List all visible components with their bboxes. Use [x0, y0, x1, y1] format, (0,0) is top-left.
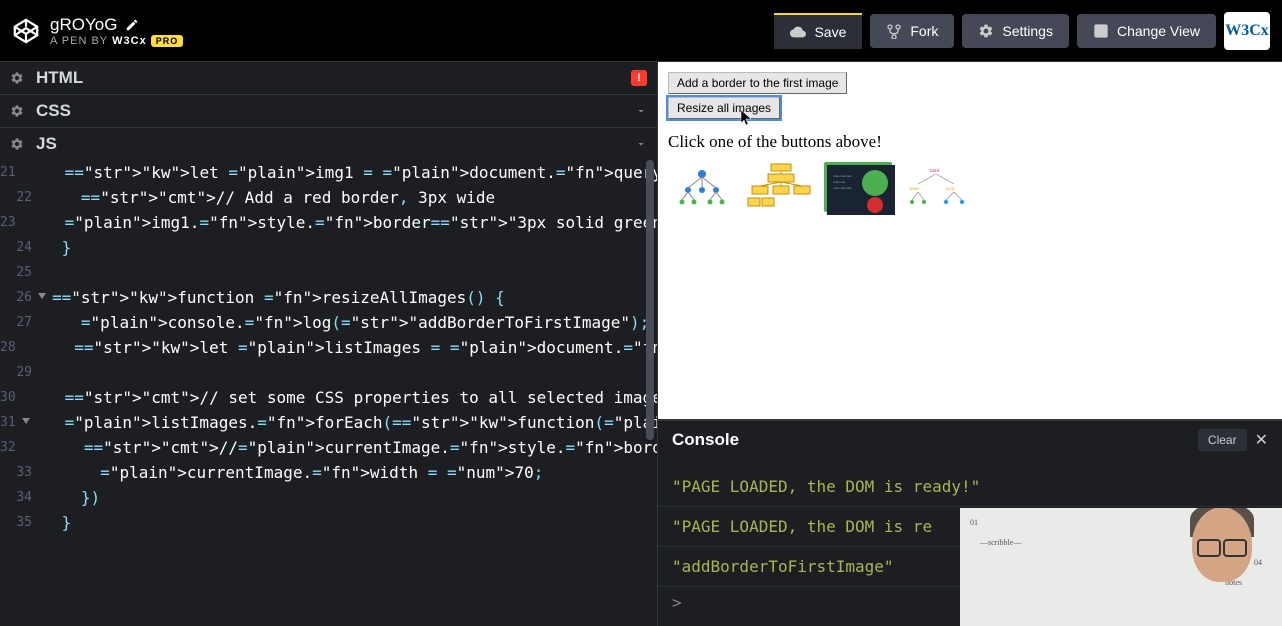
- svg-text:code code code: code code code: [833, 186, 852, 190]
- preview-image: code code code code code code code code: [824, 162, 892, 212]
- fork-icon: [886, 23, 902, 39]
- resize-all-button[interactable]: Resize all images: [668, 97, 780, 119]
- console-clear-button[interactable]: Clear: [1198, 429, 1247, 451]
- code-line[interactable]: 26=="str">"kw">function ="fn">resizeAllI…: [0, 285, 657, 310]
- code-line[interactable]: 29: [0, 360, 657, 385]
- console-line: "PAGE LOADED, the DOM is ready!": [658, 467, 1282, 507]
- settings-button[interactable]: Settings: [962, 14, 1069, 48]
- panel-title-html: HTML: [36, 68, 631, 88]
- code-line[interactable]: 27 ="plain">console.="fn">log(="str">"ad…: [0, 310, 657, 335]
- scrollbar-thumb[interactable]: [646, 160, 654, 440]
- edit-icon[interactable]: [125, 18, 139, 32]
- preview-image: [746, 162, 814, 212]
- svg-text:body: body: [946, 186, 956, 191]
- code-line[interactable]: 34 }): [0, 485, 657, 510]
- header-actions: Save Fork Settings Change View W3Cx: [774, 12, 1270, 50]
- html-panel-header[interactable]: HTML !: [0, 62, 657, 94]
- code-line[interactable]: 35 }: [0, 510, 657, 535]
- image-row: code code code code code code code code ht…: [668, 162, 1272, 212]
- error-badge[interactable]: !: [631, 70, 647, 86]
- panel-title-js: JS: [36, 134, 635, 154]
- code-line[interactable]: 25: [0, 260, 657, 285]
- editor-pane: HTML ! CSS JS 21 =="str">"kw">let ="plai…: [0, 62, 658, 626]
- svg-text:code code code: code code code: [833, 174, 852, 178]
- author-prefix: A PEN BY: [50, 35, 108, 47]
- logo-area: gROYoG A PEN BY W3Cx PRO: [12, 15, 183, 47]
- layout-icon: [1093, 23, 1109, 39]
- w3c-avatar[interactable]: W3Cx: [1224, 12, 1270, 50]
- svg-text:code code: code code: [833, 180, 846, 184]
- chevron-down-icon[interactable]: [635, 138, 647, 150]
- add-border-button[interactable]: Add a border to the first image: [668, 72, 847, 94]
- chevron-down-icon[interactable]: [635, 105, 647, 117]
- code-editor[interactable]: 21 =="str">"kw">let ="plain">img1 = ="pl…: [0, 160, 657, 626]
- close-icon[interactable]: ✕: [1255, 430, 1268, 450]
- change-view-button[interactable]: Change View: [1077, 14, 1216, 48]
- svg-text:head: head: [910, 186, 919, 191]
- save-button[interactable]: Save: [774, 13, 862, 49]
- preview-image: html head body: [902, 162, 970, 212]
- svg-text:html: html: [930, 169, 940, 174]
- code-line[interactable]: 32 =="str">"cmt">//="plain">currentImage…: [0, 435, 657, 460]
- preview-image: [668, 162, 736, 212]
- cloud-icon: [790, 24, 806, 40]
- code-line[interactable]: 30 =="str">"cmt">// set some CSS propert…: [0, 385, 657, 410]
- code-line[interactable]: 22 =="str">"cmt">// Add a red border, 3p…: [0, 185, 657, 210]
- header-bar: gROYoG A PEN BY W3Cx PRO Save Fork Setti…: [0, 0, 1282, 62]
- gear-icon[interactable]: [10, 137, 24, 151]
- gear-icon[interactable]: [10, 71, 24, 85]
- code-line[interactable]: 23 ="plain">img1.="fn">style.="fn">borde…: [0, 210, 657, 235]
- author-name[interactable]: W3Cx: [112, 35, 147, 47]
- code-line[interactable]: 31 ="plain">listImages.="fn">forEach(=="…: [0, 410, 657, 435]
- code-line[interactable]: 21 =="str">"kw">let ="plain">img1 = ="pl…: [0, 160, 657, 185]
- code-line[interactable]: 33 ="plain">currentImage.="fn">width = =…: [0, 460, 657, 485]
- gear-icon: [978, 23, 994, 39]
- code-line[interactable]: 24 }: [0, 235, 657, 260]
- js-panel-header[interactable]: JS: [0, 127, 657, 160]
- code-line[interactable]: 28 =="str">"kw">let ="plain">listImages …: [0, 335, 657, 360]
- pen-title[interactable]: gROYoG: [50, 15, 117, 35]
- pro-badge: PRO: [151, 35, 184, 47]
- fork-button[interactable]: Fork: [870, 14, 954, 48]
- codepen-logo-icon: [12, 17, 40, 45]
- preview-output: Add a border to the first image Resize a…: [658, 62, 1282, 419]
- video-overlay[interactable]: 01 —scribble— 04 notes: [960, 508, 1282, 626]
- cursor-icon: [740, 109, 754, 127]
- panel-title-css: CSS: [36, 101, 635, 121]
- preview-instruction: Click one of the buttons above!: [668, 132, 1272, 152]
- console-title: Console: [672, 430, 1198, 450]
- gear-icon[interactable]: [10, 104, 24, 118]
- css-panel-header[interactable]: CSS: [0, 94, 657, 127]
